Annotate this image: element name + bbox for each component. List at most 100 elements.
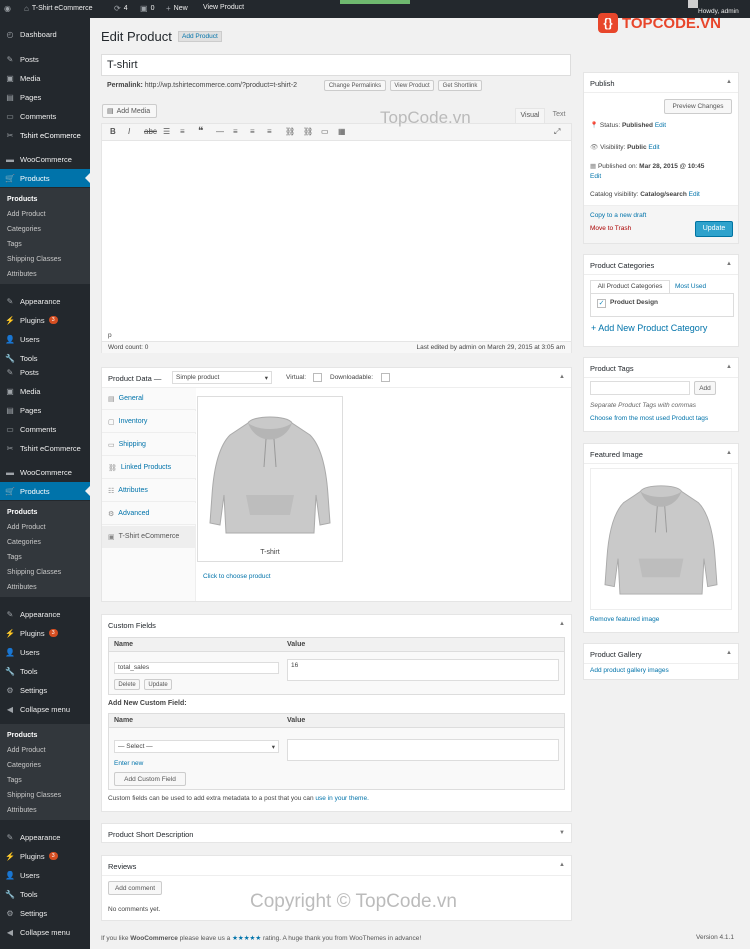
link-icon[interactable]: ⛓ <box>285 127 295 136</box>
fullscreen-icon[interactable]: ⤢ <box>554 127 560 137</box>
permalink-url[interactable]: http://wp.tshirtecommerce.com/?product=t… <box>145 82 297 89</box>
change-permalinks-button[interactable]: Change Permalinks <box>324 80 386 91</box>
get-shortlink-button[interactable]: Get Shortlink <box>438 80 482 91</box>
sidebar-item-settings[interactable]: ⚙ Settings <box>0 904 90 922</box>
sidebar-item-users[interactable]: 👤 Users <box>0 866 90 884</box>
add-media-button[interactable]: ▤ Add Media <box>102 104 157 118</box>
sidebar-item-posts[interactable]: ✎ Posts <box>0 50 90 68</box>
sidebar-item-media[interactable]: ▣ Media <box>0 382 90 400</box>
sidebar-item-woocommerce[interactable]: ▬ WooCommerce <box>0 150 90 168</box>
collapse-toggle-icon[interactable]: ▲ <box>726 79 732 85</box>
sidebar-item-users[interactable]: 👤 Users <box>0 330 90 348</box>
submenu-item-add-product[interactable]: Add Product <box>0 520 90 535</box>
sidebar-item-tshirt-ecommerce[interactable]: ✂ Tshirt eCommerce <box>0 439 90 457</box>
choose-tags-link[interactable]: Choose from the most used Product tags <box>590 415 708 422</box>
submenu-item-tags[interactable]: Tags <box>0 550 90 565</box>
tab-text[interactable]: Text <box>548 108 570 123</box>
updates-link[interactable]: ⟳ 4 <box>114 4 128 13</box>
bullet-list-icon[interactable]: ☰ <box>163 127 170 136</box>
collapse-toggle-icon[interactable]: ▲ <box>726 261 732 267</box>
delete-meta-button[interactable]: Delete <box>114 679 140 690</box>
meta-name-input[interactable]: total_sales <box>114 662 279 674</box>
collapse-toggle-icon[interactable]: ▲ <box>726 364 732 370</box>
tab-general[interactable]: ▤ General <box>102 388 196 410</box>
avatar[interactable] <box>688 0 698 8</box>
collapse-toggle-icon[interactable]: ▲ <box>559 621 565 627</box>
submenu-item-products[interactable]: Products <box>0 728 90 743</box>
add-new-category-link[interactable]: + Add New Product Category <box>591 323 707 333</box>
new-meta-value-textarea[interactable] <box>287 739 559 761</box>
tab-most-used[interactable]: Most Used <box>675 283 706 290</box>
tab-t-shirt-ecommerce[interactable]: ▣ T-Shirt eCommerce <box>102 526 196 548</box>
rating-stars-link[interactable]: ★★★★★ <box>232 935 261 942</box>
use-in-theme-link[interactable]: use in your theme. <box>315 795 368 802</box>
submenu-item-shipping-classes[interactable]: Shipping Classes <box>0 252 90 267</box>
tab-attributes[interactable]: ☷ Attributes <box>102 480 196 502</box>
view-product-link[interactable]: View Product <box>203 4 244 11</box>
submenu-item-tags[interactable]: Tags <box>0 237 90 252</box>
submenu-item-products[interactable]: Products <box>0 192 90 207</box>
sidebar-item-products[interactable]: 🛒 Products <box>0 482 90 500</box>
sidebar-item-pages[interactable]: ▤ Pages <box>0 401 90 419</box>
sidebar-item-appearance[interactable]: ✎ Appearance <box>0 605 90 623</box>
add-tag-button[interactable]: Add <box>694 381 716 395</box>
sidebar-item-collapse-menu[interactable]: ◀ Collapse menu <box>0 700 90 718</box>
tab-advanced[interactable]: ⚙ Advanced <box>102 503 196 525</box>
edit-date-link[interactable]: Edit <box>590 173 601 180</box>
add-product-button[interactable]: Add Product <box>178 31 222 42</box>
sidebar-item-plugins[interactable]: ⚡ Plugins 3 <box>0 624 90 642</box>
wp-logo-icon[interactable]: ◉ <box>4 4 11 13</box>
collapse-toggle-icon[interactable]: ▲ <box>726 450 732 456</box>
sidebar-item-appearance[interactable]: ✎ Appearance <box>0 828 90 846</box>
sidebar-item-dashboard[interactable]: ◴ Dashboard <box>0 25 90 43</box>
virtual-checkbox[interactable] <box>313 373 322 382</box>
new-link[interactable]: + New <box>166 4 188 13</box>
sidebar-item-users[interactable]: 👤 Users <box>0 643 90 661</box>
sidebar-item-woocommerce[interactable]: ▬ WooCommerce <box>0 463 90 481</box>
sidebar-item-plugins[interactable]: ⚡ Plugins 3 <box>0 847 90 865</box>
choose-product-link[interactable]: Click to choose product <box>203 573 271 580</box>
align-left-icon[interactable]: ≡ <box>233 127 238 136</box>
sidebar-item-tools[interactable]: 🔧 Tools <box>0 885 90 903</box>
submenu-item-attributes[interactable]: Attributes <box>0 803 90 818</box>
editor-content[interactable] <box>102 141 571 329</box>
collapse-toggle-icon[interactable]: ▲ <box>559 374 565 380</box>
sidebar-item-comments[interactable]: ▭ Comments <box>0 107 90 125</box>
submenu-item-attributes[interactable]: Attributes <box>0 267 90 282</box>
sidebar-item-collapse-menu[interactable]: ◀ Collapse menu <box>0 923 90 941</box>
tshirt-product-card[interactable]: T-shirt <box>197 396 343 562</box>
edit-status-link[interactable]: Edit <box>655 122 666 129</box>
toolbar-toggle-icon[interactable]: ▦ <box>338 127 346 136</box>
edit-visibility-link[interactable]: Edit <box>648 144 659 151</box>
tag-input[interactable] <box>590 381 690 395</box>
submenu-item-products[interactable]: Products <box>0 505 90 520</box>
align-right-icon[interactable]: ≡ <box>267 127 272 136</box>
meta-value-textarea[interactable]: 16 <box>287 659 559 681</box>
move-to-trash-link[interactable]: Move to Trash <box>590 225 631 232</box>
submenu-item-add-product[interactable]: Add Product <box>0 207 90 222</box>
edit-catalog-link[interactable]: Edit <box>689 191 700 198</box>
site-name-link[interactable]: ⌂ T-Shirt eCommerce <box>24 4 93 13</box>
featured-image[interactable] <box>590 468 732 610</box>
add-gallery-images-link[interactable]: Add product gallery images <box>590 667 669 674</box>
preview-changes-button[interactable]: Preview Changes <box>664 99 732 114</box>
sidebar-item-pages[interactable]: ▤ Pages <box>0 88 90 106</box>
hr-icon[interactable]: — <box>216 127 224 136</box>
category-checkbox[interactable]: ✓ <box>597 299 606 308</box>
meta-key-select[interactable]: — Select — ▾ <box>114 740 279 753</box>
add-custom-field-button[interactable]: Add Custom Field <box>114 772 186 786</box>
unlink-icon[interactable]: ⛓ <box>303 127 313 136</box>
tab-inventory[interactable]: ▢ Inventory <box>102 411 196 433</box>
update-button[interactable]: Update <box>695 221 733 237</box>
sidebar-item-settings[interactable]: ⚙ Settings <box>0 681 90 699</box>
tab-visual[interactable]: Visual <box>515 108 545 123</box>
sidebar-item-products[interactable]: 🛒 Products <box>0 169 90 187</box>
align-center-icon[interactable]: ≡ <box>250 127 255 136</box>
collapse-toggle-icon[interactable]: ▲ <box>726 650 732 656</box>
submenu-item-shipping-classes[interactable]: Shipping Classes <box>0 788 90 803</box>
submenu-item-tags[interactable]: Tags <box>0 773 90 788</box>
view-product-button[interactable]: View Product <box>390 80 434 91</box>
short-description-box[interactable]: Product Short Description ▼ <box>101 823 572 843</box>
comments-link[interactable]: ▣ 0 <box>140 4 154 13</box>
numbered-list-icon[interactable]: ≡ <box>180 127 185 136</box>
